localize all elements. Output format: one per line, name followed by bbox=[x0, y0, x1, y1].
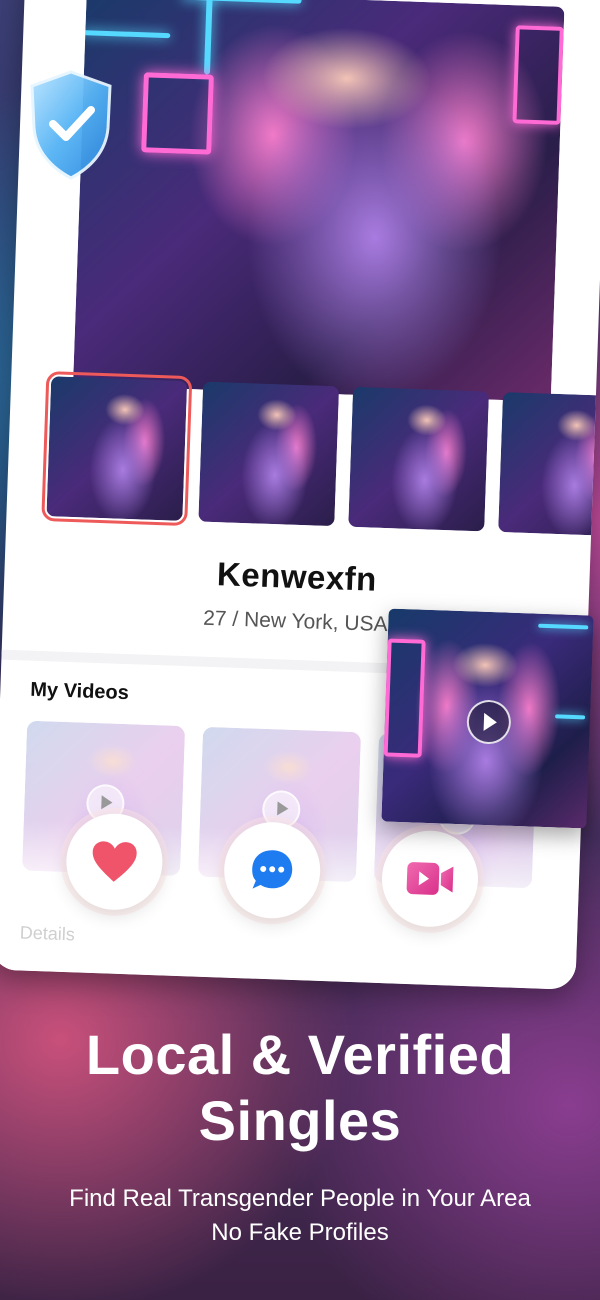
photo-thumbnail[interactable] bbox=[348, 386, 490, 532]
photo-thumbnail[interactable] bbox=[41, 371, 193, 527]
video-camera-icon bbox=[406, 862, 454, 895]
promo-headline-line1: Local & Verified bbox=[85, 1023, 515, 1086]
profile-name: Kenwexfn bbox=[216, 555, 378, 598]
promo-subtitle-line2: No Fake Profiles bbox=[211, 1219, 389, 1246]
photo-thumbnail-strip bbox=[41, 371, 600, 545]
verified-shield-icon bbox=[30, 70, 112, 180]
chat-bubble-icon bbox=[252, 850, 293, 889]
main-profile-photo[interactable] bbox=[73, 0, 565, 402]
promo-subtitle-line1: Find Real Transgender People in Your Are… bbox=[69, 1185, 531, 1212]
details-label: Details bbox=[19, 922, 76, 945]
heart-icon bbox=[92, 841, 137, 882]
my-videos-title: My Videos bbox=[29, 678, 130, 705]
photo-thumbnail[interactable] bbox=[498, 392, 600, 537]
photo-thumbnail[interactable] bbox=[198, 381, 340, 527]
promo-headline: Local & Verified Singles bbox=[0, 1022, 600, 1154]
promo-subtitle: Find Real Transgender People in Your Are… bbox=[0, 1182, 600, 1250]
featured-video-card[interactable] bbox=[381, 608, 594, 829]
promo-headline-line2: Singles bbox=[198, 1089, 402, 1152]
play-icon[interactable] bbox=[466, 699, 512, 745]
